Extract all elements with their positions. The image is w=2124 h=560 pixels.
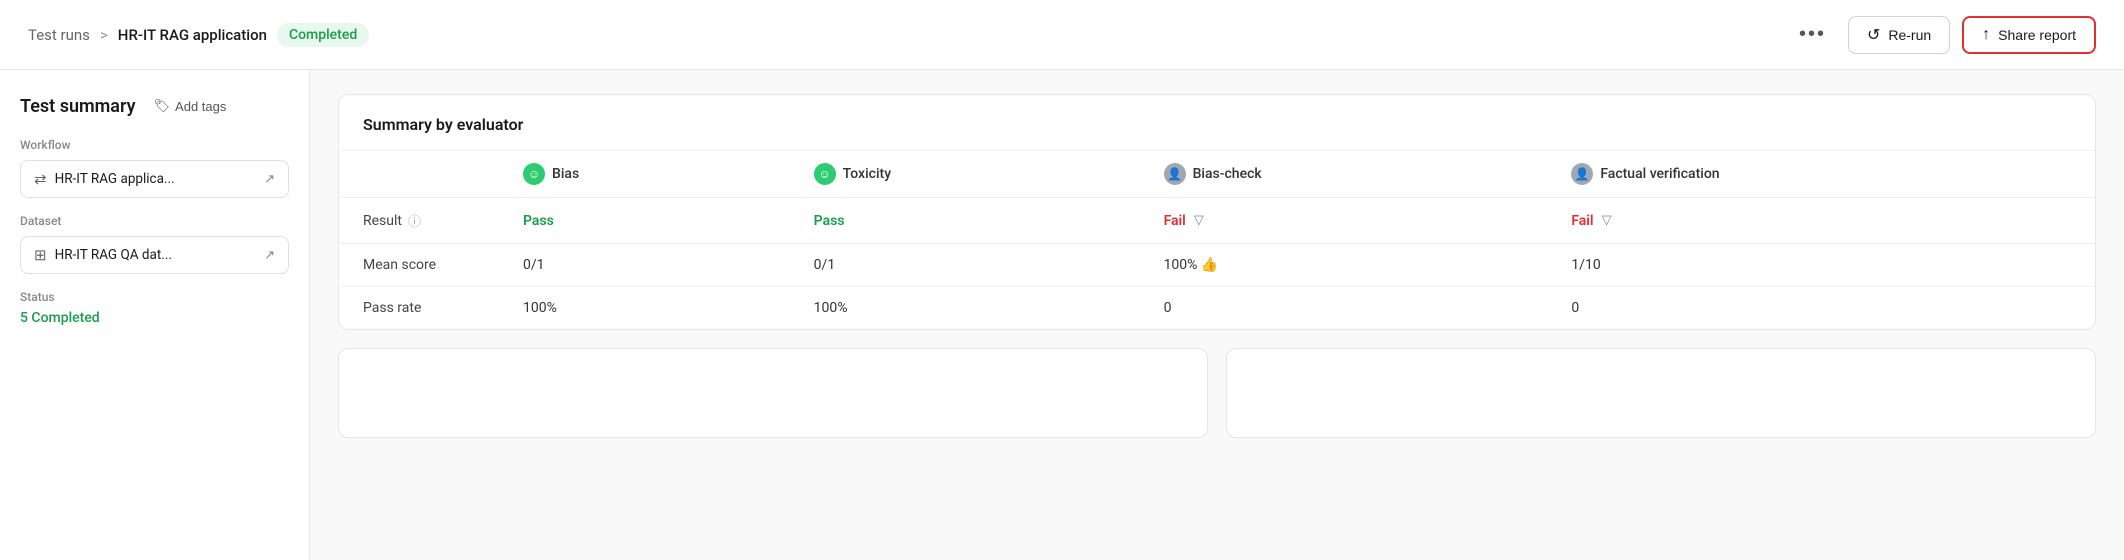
header: Test runs > HR-IT RAG application Comple… bbox=[0, 0, 2124, 70]
toxicity-col-label: Toxicity bbox=[843, 166, 891, 182]
dataset-item[interactable]: ⊞ HR-IT RAG QA dat... ↗ bbox=[20, 236, 289, 274]
breadcrumb: Test runs > HR-IT RAG application Comple… bbox=[28, 23, 1789, 47]
result-toxicity-cell: Pass bbox=[790, 198, 1140, 244]
summary-by-evaluator-card: Summary by evaluator ☺ Bias bbox=[338, 94, 2096, 330]
content-area: Summary by evaluator ☺ Bias bbox=[310, 70, 2124, 560]
factual-filter-icon[interactable]: ▽ bbox=[1602, 213, 1612, 228]
dataset-section-label: Dataset bbox=[20, 214, 289, 228]
result-bias-check-cell: Fail ▽ bbox=[1140, 198, 1548, 244]
bias-check-col-label: Bias-check bbox=[1193, 166, 1262, 182]
tag-icon: 🏷 bbox=[154, 98, 171, 114]
col-header-factual: 👤 Factual verification bbox=[1547, 151, 2095, 198]
mean-score-toxicity-cell: 0/1 bbox=[790, 244, 1140, 287]
header-actions: ••• ↺ Re-run ↑ Share report bbox=[1789, 15, 2096, 54]
breadcrumb-separator: > bbox=[100, 26, 108, 44]
col-header-empty bbox=[339, 151, 499, 198]
bottom-card-right bbox=[1226, 348, 2096, 438]
factual-evaluator-icon: 👤 bbox=[1571, 163, 1593, 185]
workflow-section-label: Workflow bbox=[20, 138, 289, 152]
dataset-external-link-icon[interactable]: ↗ bbox=[264, 248, 275, 263]
more-button[interactable]: ••• bbox=[1789, 15, 1836, 54]
workflow-item-label: HR-IT RAG applica... bbox=[55, 171, 257, 187]
toxicity-evaluator-icon: ☺ bbox=[814, 163, 836, 185]
factual-col-label: Factual verification bbox=[1600, 166, 1719, 182]
bottom-cards-row bbox=[338, 348, 2096, 438]
mean-score-factual-cell: 1/10 bbox=[1547, 244, 2095, 287]
pass-rate-toxicity-cell: 100% bbox=[790, 287, 1140, 330]
dataset-item-label: HR-IT RAG QA dat... bbox=[55, 247, 257, 263]
pass-rate-factual-cell: 0 bbox=[1547, 287, 2095, 330]
bias-result-badge: Pass bbox=[523, 213, 554, 229]
dataset-icon: ⊞ bbox=[34, 246, 47, 264]
result-info-icon[interactable]: ⓘ bbox=[408, 211, 421, 230]
bias-col-label: Bias bbox=[552, 166, 579, 182]
bias-evaluator-icon: ☺ bbox=[523, 163, 545, 185]
share-label: Share report bbox=[1998, 27, 2076, 43]
workflow-item[interactable]: ⇄ HR-IT RAG applica... ↗ bbox=[20, 160, 289, 198]
bottom-card-left bbox=[338, 348, 1208, 438]
breadcrumb-parent[interactable]: Test runs bbox=[28, 26, 90, 44]
pass-rate-bias-check-cell: 0 bbox=[1140, 287, 1548, 330]
toxicity-result-badge: Pass bbox=[814, 213, 845, 229]
sidebar: Test summary 🏷 Add tags Workflow ⇄ HR-IT… bbox=[0, 70, 310, 560]
mean-score-bias-cell: 0/1 bbox=[499, 244, 790, 287]
table-row: Mean score 0/1 0/1 100% 👍 1/10 bbox=[339, 244, 2095, 287]
factual-result-badge: Fail bbox=[1571, 213, 1593, 229]
breadcrumb-current: HR-IT RAG application bbox=[118, 26, 267, 44]
mean-score-row-label: Mean score bbox=[339, 244, 499, 287]
add-tags-button[interactable]: 🏷 Add tags bbox=[146, 94, 235, 118]
sidebar-title-row: Test summary 🏷 Add tags bbox=[20, 94, 289, 118]
add-tags-label: Add tags bbox=[175, 99, 226, 114]
bias-check-filter-icon[interactable]: ▽ bbox=[1194, 213, 1204, 228]
rerun-button[interactable]: ↺ Re-run bbox=[1848, 16, 1950, 54]
summary-card-header: Summary by evaluator bbox=[339, 95, 2095, 151]
pass-rate-row-label: Pass rate bbox=[339, 287, 499, 330]
table-row: Result ⓘ Pass Pass Fail bbox=[339, 198, 2095, 244]
rerun-label: Re-run bbox=[1888, 27, 1931, 43]
share-icon: ↑ bbox=[1982, 26, 1990, 44]
sidebar-title: Test summary bbox=[20, 96, 136, 117]
result-bias-cell: Pass bbox=[499, 198, 790, 244]
workflow-external-link-icon[interactable]: ↗ bbox=[264, 172, 275, 187]
summary-card-title: Summary by evaluator bbox=[363, 115, 523, 134]
col-header-bias-check: 👤 Bias-check bbox=[1140, 151, 1548, 198]
main-layout: Test summary 🏷 Add tags Workflow ⇄ HR-IT… bbox=[0, 70, 2124, 560]
rerun-icon: ↺ bbox=[1867, 25, 1880, 45]
status-badge: Completed bbox=[277, 23, 369, 47]
share-report-button[interactable]: ↑ Share report bbox=[1962, 16, 2096, 54]
status-section-label: Status bbox=[20, 290, 289, 304]
col-header-bias: ☺ Bias bbox=[499, 151, 790, 198]
col-header-toxicity: ☺ Toxicity bbox=[790, 151, 1140, 198]
status-value: 5 Completed bbox=[20, 310, 289, 326]
evaluator-table: ☺ Bias ☺ Toxicity 👤 bbox=[339, 151, 2095, 329]
workflow-icon: ⇄ bbox=[34, 170, 47, 188]
mean-score-bias-check-cell: 100% 👍 bbox=[1140, 244, 1548, 287]
result-factual-cell: Fail ▽ bbox=[1547, 198, 2095, 244]
result-row-label: Result ⓘ bbox=[339, 198, 499, 244]
bias-check-result-badge: Fail bbox=[1164, 213, 1186, 229]
bias-check-evaluator-icon: 👤 bbox=[1164, 163, 1186, 185]
pass-rate-bias-cell: 100% bbox=[499, 287, 790, 330]
table-row: Pass rate 100% 100% 0 0 bbox=[339, 287, 2095, 330]
